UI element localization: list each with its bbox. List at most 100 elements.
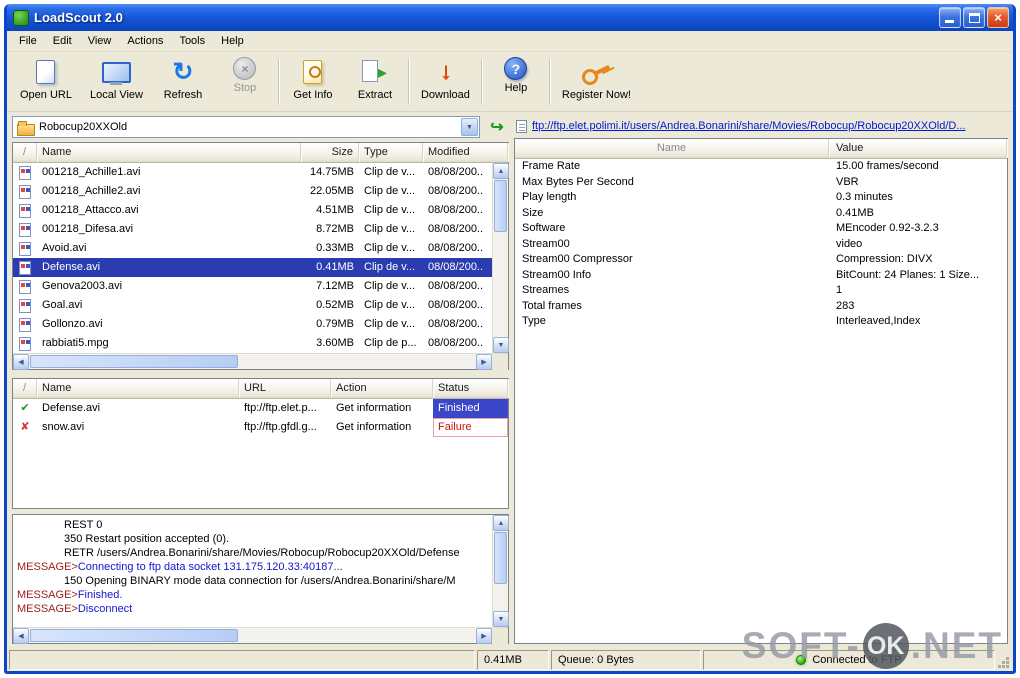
file-row-defense-avi[interactable]: Defense.avi 0.41MB Clip de v... 08/08/200.. — [13, 258, 492, 277]
toolbar-button-refresh[interactable]: ↻ Refresh — [152, 55, 214, 103]
scrollbar-track[interactable] — [29, 628, 476, 643]
scroll-up-button[interactable]: ▲ — [493, 515, 509, 531]
file-row-goal-avi[interactable]: Goal.avi 0.52MB Clip de v... 08/08/200.. — [13, 296, 492, 315]
toolbar-button-extract[interactable]: ▶ Extract — [344, 55, 406, 103]
file-name: Defense.avi — [42, 261, 101, 273]
file-column-header-modified[interactable]: Modified — [423, 143, 508, 162]
property-value: BitCount: 24 Planes: 1 Size... — [836, 268, 980, 281]
log-message: Connecting to ftp data socket 131.175.12… — [77, 561, 343, 573]
scroll-left-button[interactable]: ◀ — [13, 354, 29, 370]
file-type: Clip de v... — [364, 204, 416, 216]
maximize-button[interactable] — [963, 7, 985, 28]
file-row-rabbiati5-mpg[interactable]: rabbiati5.mpg 3.60MB Clip de p... 08/08/200… — [13, 334, 492, 353]
file-row-001218-achille2-avi[interactable]: 001218_Achille2.avi 22.05MB Clip de v... 08… — [13, 182, 492, 201]
error-icon: ✘ — [20, 421, 30, 433]
file-row-avoid-avi[interactable]: Avoid.avi 0.33MB Clip de v... 08/08/200.. — [13, 239, 492, 258]
file-name: Goal.avi — [42, 299, 83, 311]
log-line: REST 0 — [17, 518, 490, 532]
local-view-icon — [98, 57, 134, 87]
queue-column-header-url[interactable]: URL — [239, 379, 331, 398]
queue-name: snow.avi — [42, 421, 85, 433]
log-line: MESSAGE>Finished. — [17, 588, 490, 602]
scroll-left-button[interactable]: ◀ — [13, 628, 29, 644]
property-value: 283 — [836, 299, 855, 312]
toolbar-button-label: Download — [420, 89, 470, 101]
scrollbar-track[interactable] — [493, 531, 508, 611]
scroll-right-button[interactable]: ▶ — [476, 354, 492, 370]
scroll-down-button[interactable]: ▼ — [493, 611, 509, 627]
property-column-header-value[interactable]: Value — [829, 139, 1007, 158]
menu-item-actions[interactable]: Actions — [119, 32, 171, 50]
toolbar-button-register-now[interactable]: Register Now! — [553, 55, 640, 103]
file-column-header-size[interactable]: Size — [301, 143, 359, 162]
toolbar-button-local-view[interactable]: Local View — [81, 55, 152, 103]
file-row-001218-achille1-avi[interactable]: 001218_Achille1.avi 14.75MB Clip de v... 08… — [13, 163, 492, 182]
file-column-header-name[interactable]: Name — [37, 143, 301, 162]
scrollbar-thumb[interactable] — [30, 355, 238, 368]
toolbar-button-stop[interactable]: × Stop — [214, 55, 276, 96]
queue-body: ✔ Defense.avi ftp://ftp.elet.p... Get infor… — [13, 399, 508, 508]
property-row-stream00-info: Stream00 Info BitCount: 24 Planes: 1 Size… — [515, 268, 1007, 284]
queue-column-header-status[interactable]: Status — [433, 379, 508, 398]
property-row-frame-rate: Frame Rate 15.00 frames/second — [515, 159, 1007, 175]
toolbar-button-download[interactable]: ↓ Download — [412, 55, 479, 103]
property-column-header-name[interactable]: Name — [515, 139, 829, 158]
queue-status-badge: Failure — [433, 418, 508, 437]
queue-column-header-name[interactable]: Name — [37, 379, 239, 398]
menu-item-tools[interactable]: Tools — [171, 32, 213, 50]
property-row-streames: Streames 1 — [515, 283, 1007, 299]
scrollbar-thumb[interactable] — [30, 629, 238, 642]
scrollbar-thumb[interactable] — [494, 532, 507, 584]
log-text: 350 Restart position accepted (0). — [64, 533, 230, 545]
toolbar-button-help[interactable]: ? Help — [485, 55, 547, 96]
file-list-horizontal-scrollbar[interactable]: ◀ ▶ — [13, 353, 508, 370]
scrollbar-track[interactable] — [29, 354, 476, 369]
file-row-001218-difesa-avi[interactable]: 001218_Difesa.avi 8.72MB Clip de v... 08/08… — [13, 220, 492, 239]
resize-grip[interactable] — [997, 650, 1011, 670]
menu-item-view[interactable]: View — [80, 32, 120, 50]
address-combobox[interactable]: Robocup20XXOld ▼ — [12, 116, 480, 138]
property-value: MEncoder 0.92-3.2.3 — [836, 222, 939, 234]
property-name: Size — [522, 206, 544, 219]
scroll-down-button[interactable]: ▼ — [493, 337, 509, 353]
toolbar-button-label: Stop — [233, 82, 257, 94]
scroll-up-button[interactable]: ▲ — [493, 163, 509, 179]
close-button[interactable]: × — [987, 7, 1009, 28]
queue-action: Get information — [336, 421, 412, 433]
log-horizontal-scrollbar[interactable]: ◀ ▶ — [13, 627, 508, 644]
menu-item-help[interactable]: Help — [213, 32, 252, 50]
app-icon[interactable] — [13, 9, 29, 26]
video-file-icon — [13, 239, 37, 258]
scrollbar-thumb[interactable] — [494, 180, 507, 232]
toolbar-button-get-info[interactable]: Get Info — [282, 55, 344, 103]
connected-icon — [796, 655, 807, 665]
property-row-max-bytes-per-second: Max Bytes Per Second VBR — [515, 175, 1007, 191]
queue-row-snow-avi[interactable]: ✘ snow.avi ftp://ftp.gfdl.g... Get informat… — [13, 418, 508, 437]
file-column-header-type[interactable]: Type — [359, 143, 423, 162]
go-button[interactable]: ↪ — [485, 116, 509, 138]
scrollbar-track[interactable] — [493, 179, 508, 337]
toolbar-button-open-url[interactable]: Open URL — [11, 55, 81, 103]
file-size: 8.72MB — [316, 223, 354, 235]
toolbar-button-label: Local View — [89, 89, 143, 101]
file-row-genova2003-avi[interactable]: Genova2003.avi 7.12MB Clip de v... 08/08/20… — [13, 277, 492, 296]
stop-icon: × — [233, 57, 257, 80]
file-row-gollonzo-avi[interactable]: Gollonzo.avi 0.79MB Clip de v... 08/08/200.… — [13, 315, 492, 334]
file-list-vertical-scrollbar[interactable]: ▲ ▼ — [492, 163, 509, 353]
address-dropdown-button[interactable]: ▼ — [461, 118, 478, 136]
menu-item-file[interactable]: File — [11, 32, 45, 50]
properties-panel: Name Value Frame Rate 15.00 frames/second M… — [514, 138, 1008, 644]
queue-url: ftp://ftp.gfdl.g... — [244, 421, 317, 433]
scroll-right-button[interactable]: ▶ — [476, 628, 492, 644]
menu-item-edit[interactable]: Edit — [45, 32, 80, 50]
remote-url-link[interactable]: ftp://ftp.elet.polimi.it/users/Andrea.Bo… — [532, 120, 1006, 132]
log-text: 150 Opening BINARY mode data connection … — [64, 575, 456, 587]
log-vertical-scrollbar[interactable]: ▲ ▼ — [492, 515, 509, 627]
queue-row-defense-avi[interactable]: ✔ Defense.avi ftp://ftp.elet.p... Get infor… — [13, 399, 508, 418]
queue-column-header-action[interactable]: Action — [331, 379, 433, 398]
log-body-wrap: REST 0 350 Restart position accepted (0).… — [13, 515, 509, 627]
file-list-body-wrap: 001218_Achille1.avi 14.75MB Clip de v... 08… — [13, 163, 509, 353]
file-row-001218-attacco-avi[interactable]: 001218_Attacco.avi 4.51MB Clip de v... 08/0… — [13, 201, 492, 220]
file-modified: 08/08/200.. — [428, 318, 484, 330]
minimize-button[interactable] — [939, 7, 961, 28]
